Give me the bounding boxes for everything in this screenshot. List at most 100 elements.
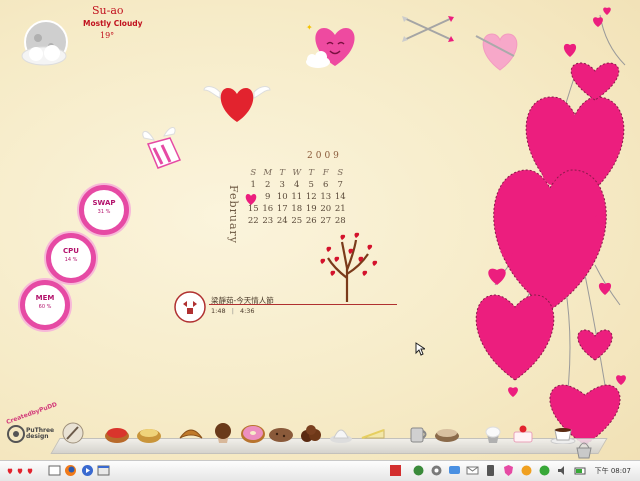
tools-icon[interactable] [60, 422, 86, 444]
weather-condition: Mostly Cloudy [83, 19, 143, 28]
cupcake-icon[interactable] [480, 422, 506, 444]
calendar-day: 12 [305, 192, 317, 202]
cake-slice-icon[interactable] [360, 422, 386, 444]
calendar-day: 11 [291, 192, 303, 202]
calendar-day: 18 [291, 204, 303, 214]
mem-gauge-value: 60 % [38, 304, 52, 310]
svg-text:✦: ✦ [306, 23, 313, 32]
calendar-day: 13 [320, 192, 332, 202]
calendar-day: 1 [250, 180, 256, 190]
cpu-gauge-label: CPU [63, 247, 79, 255]
calendar-day: 25 [291, 216, 303, 226]
weekday-label: T [308, 168, 315, 178]
dock-credit-text: CreatedbyPuDD [5, 401, 59, 426]
calendar-week-row: 22 23 24 25 26 27 28 [246, 216, 348, 228]
music-player-controls[interactable] [173, 290, 207, 324]
calendar-day: 28 [334, 216, 346, 226]
weekday-label: S [250, 168, 257, 178]
tray-battery-icon[interactable] [574, 464, 587, 477]
calendar-day: 17 [276, 204, 288, 214]
pie-icon[interactable] [104, 422, 130, 444]
brand-logo-icon [7, 425, 25, 443]
croissant-icon[interactable] [178, 422, 204, 444]
heart-tree-icon [320, 232, 378, 302]
calendar-day: 4 [294, 180, 300, 190]
tray-network-icon[interactable] [412, 464, 425, 477]
calendar-month: February [226, 185, 240, 244]
music-time: 1:48 | 4:36 [211, 307, 255, 315]
cupid-arrows-icon [402, 16, 454, 42]
calendar-day: 19 [305, 204, 317, 214]
cookies-tin-icon[interactable] [434, 422, 460, 444]
music-total: 4:36 [239, 307, 255, 315]
weather-temperature: 19° [100, 31, 115, 40]
start-button-icon[interactable] [6, 464, 34, 477]
pudding-icon[interactable] [328, 422, 354, 444]
calendar-day: 6 [323, 180, 329, 190]
dock-brand-text: PuThree design [26, 428, 54, 440]
dock-brand-line: design [26, 433, 49, 440]
window-icon[interactable] [97, 464, 110, 477]
show-desktop-icon[interactable] [48, 464, 61, 477]
calendar-weekday-row: S M T W T F S [246, 168, 348, 180]
tray-settings-icon[interactable] [430, 464, 443, 477]
calendar-grid: S M T W T F S 1 2 3 4 5 6 7 8 9 10 11 12… [246, 168, 348, 228]
mem-gauge: MEM 60 % [20, 280, 70, 330]
muffin-icon[interactable] [210, 422, 236, 444]
coffee-cup-icon[interactable] [550, 422, 576, 444]
weekday-label: S [337, 168, 344, 178]
tray-messenger-icon[interactable] [538, 464, 551, 477]
calendar-day: 10 [276, 192, 288, 202]
weekday-label: M [263, 168, 273, 178]
donut-icon[interactable] [240, 422, 266, 444]
weekday-label: T [279, 168, 286, 178]
calendar-day: 9 [265, 192, 271, 202]
calendar-day: 3 [279, 180, 285, 190]
tray-volume-icon[interactable] [556, 464, 569, 477]
music-progress-bar[interactable] [209, 304, 397, 305]
weekday-label: F [322, 168, 329, 178]
tray-device-icon[interactable] [484, 464, 497, 477]
tray-chat-icon[interactable] [448, 464, 461, 477]
cpu-gauge-value: 14 % [64, 257, 78, 263]
gift-basket-icon[interactable] [574, 438, 594, 460]
weekday-label: W [292, 168, 302, 178]
tart-icon[interactable] [136, 422, 162, 444]
cpu-gauge: CPU 14 % [46, 233, 96, 283]
tray-shield-icon[interactable] [502, 464, 515, 477]
cloudy-moon-icon [21, 20, 68, 66]
cookie-icon[interactable] [268, 422, 294, 444]
swap-gauge: SWAP 31 % [79, 185, 129, 235]
swap-gauge-value: 31 % [97, 209, 111, 215]
mem-gauge-label: MEM [35, 294, 55, 302]
calendar-day: 21 [334, 204, 346, 214]
winged-gift-icon [142, 127, 182, 169]
calendar-week-row: 15 16 17 18 19 20 21 [246, 204, 348, 216]
calendar-day: 23 [262, 216, 274, 226]
smiling-heart-icon: ✦ [306, 23, 355, 68]
firefox-icon[interactable] [64, 464, 77, 477]
winged-heart-icon [203, 86, 271, 122]
taskbar-clock[interactable]: 下午 08:07 [595, 466, 631, 476]
calendar-year: 2009 [307, 151, 342, 161]
chocolate-icon[interactable] [298, 422, 324, 444]
taskbar: 下午 08:07 [0, 460, 640, 481]
calendar-week-row: 8 9 10 11 12 13 14 [246, 192, 348, 204]
desktop: Su-ao Mostly Cloudy 19° ✦ SWAP 31 % CPU … [0, 0, 640, 481]
calendar-day: 15 [247, 204, 259, 214]
tray-update-icon[interactable] [520, 464, 533, 477]
coffee-pot-icon[interactable] [404, 422, 430, 444]
tray-mail-icon[interactable] [466, 464, 479, 477]
music-elapsed: 1:48 [211, 307, 226, 315]
mouse-cursor-icon [415, 342, 425, 356]
calendar-day: 20 [320, 204, 332, 214]
calendar-day: 16 [262, 204, 274, 214]
tray-app-icon[interactable] [389, 464, 402, 477]
media-player-icon[interactable] [81, 464, 94, 477]
strawberry-cake-icon[interactable] [510, 422, 536, 444]
calendar-day: 26 [305, 216, 317, 226]
calendar-day: 7 [337, 180, 343, 190]
calendar-day: 27 [320, 216, 332, 226]
weather-city: Su-ao [92, 4, 124, 17]
calendar-day-today: 8 [246, 192, 261, 204]
